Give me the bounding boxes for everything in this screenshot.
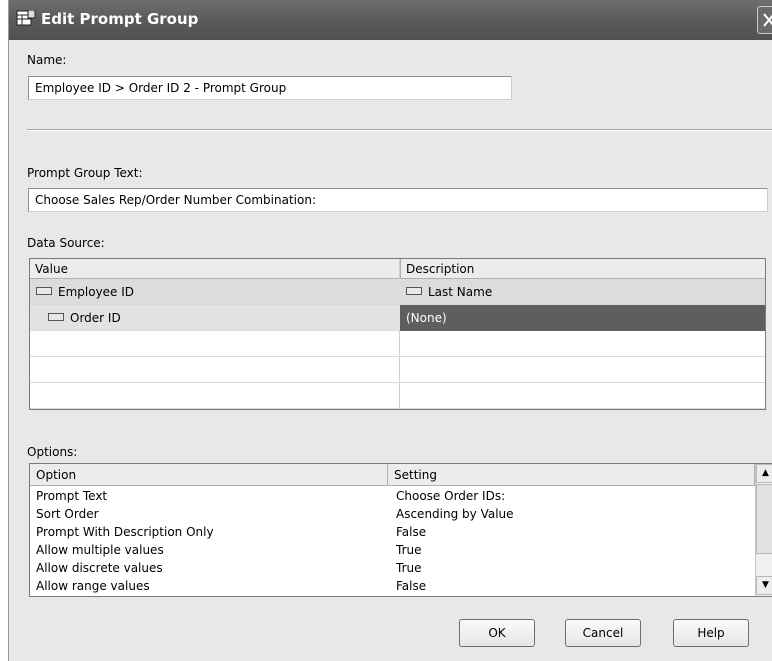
table-row[interactable]: Order ID (None) (30, 305, 765, 331)
ok-button[interactable]: OK (459, 619, 535, 647)
cancel-button[interactable]: Cancel (565, 619, 641, 647)
window-title: Edit Prompt Group (41, 10, 199, 28)
column-header-description[interactable]: Description (400, 259, 765, 279)
description-cell[interactable]: (None) (400, 305, 765, 331)
option-setting[interactable]: Ascending by Value (396, 507, 514, 521)
table-row[interactable]: Employee ID Last Name (30, 279, 765, 305)
help-button[interactable]: Help (673, 619, 749, 647)
separator (27, 129, 772, 130)
scroll-down-button[interactable]: ▼ (756, 576, 772, 595)
close-icon (763, 13, 772, 27)
option-setting[interactable]: False (396, 579, 426, 593)
field-icon (48, 313, 64, 321)
scroll-up-button[interactable]: ▲ (756, 464, 772, 483)
data-source-grid: Value Description Employee ID Last Name … (29, 258, 766, 410)
description-text: Last Name (428, 285, 493, 299)
table-row[interactable] (30, 383, 765, 409)
value-text: Employee ID (58, 285, 135, 299)
option-setting[interactable]: True (396, 543, 422, 557)
name-label: Name: (27, 53, 67, 67)
option-name: Allow multiple values (36, 543, 164, 557)
option-name: Prompt Text (36, 489, 108, 503)
option-name: Allow range values (36, 579, 150, 593)
table-row[interactable] (30, 331, 765, 357)
option-setting[interactable]: True (396, 561, 422, 575)
dialog-icon (16, 10, 36, 26)
table-row[interactable] (30, 357, 765, 383)
option-name: Allow discrete values (36, 561, 163, 575)
field-icon (406, 287, 422, 295)
options-list: Option Setting Prompt Text Choose Order … (29, 463, 772, 597)
option-setting[interactable]: False (396, 525, 426, 539)
edit-prompt-group-dialog: Edit Prompt Group Name: Employee ID > Or… (8, 0, 772, 661)
scrollbar-thumb[interactable] (756, 484, 772, 554)
title-bar: Edit Prompt Group (9, 0, 772, 40)
prompt-group-text-field[interactable]: Choose Sales Rep/Order Number Combinatio… (28, 188, 768, 212)
column-header-setting[interactable]: Setting (388, 464, 755, 486)
value-cell[interactable]: Employee ID (30, 279, 399, 305)
description-cell[interactable]: Last Name (400, 279, 765, 305)
data-source-label: Data Source: (27, 236, 105, 250)
options-scrollbar[interactable]: ▲ ▼ (755, 464, 772, 596)
column-header-option[interactable]: Option (30, 464, 388, 486)
description-text: (None) (406, 311, 447, 325)
option-setting[interactable]: Choose Order IDs: (396, 489, 505, 503)
option-name: Prompt With Description Only (36, 525, 214, 539)
close-button[interactable] (757, 6, 772, 34)
value-cell[interactable]: Order ID (30, 305, 399, 331)
value-text: Order ID (70, 311, 121, 325)
field-icon (36, 287, 52, 295)
prompt-group-text-label: Prompt Group Text: (27, 166, 143, 180)
option-name: Sort Order (36, 507, 99, 521)
name-field[interactable]: Employee ID > Order ID 2 - Prompt Group (28, 76, 512, 100)
options-label: Options: (27, 445, 78, 459)
column-header-value[interactable]: Value (30, 259, 400, 279)
